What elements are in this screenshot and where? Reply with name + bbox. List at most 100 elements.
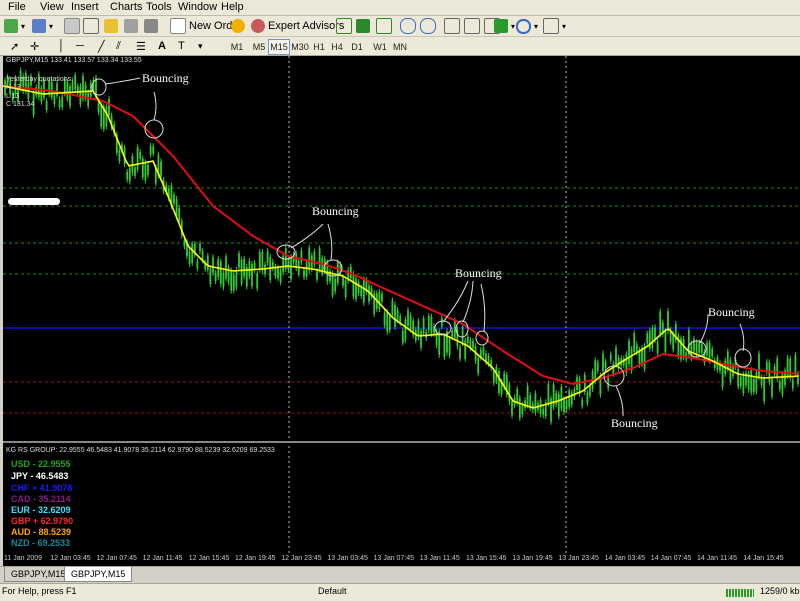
bouncing-annotation: Bouncing — [611, 416, 658, 430]
subwindow-title: KG RS GROUP: 22.9555 46.5483 41.9078 35.… — [6, 447, 275, 454]
market-watch-icon — [64, 18, 80, 34]
alert-button[interactable] — [231, 18, 245, 34]
terminal-button[interactable] — [124, 18, 138, 34]
x-axis-label: 13 Jan 11:45 — [419, 555, 460, 562]
annotation-arrow — [327, 223, 333, 261]
market-watch-button[interactable] — [64, 18, 80, 34]
candlestick-icon — [356, 19, 370, 33]
candle-body — [565, 400, 568, 410]
candle-body — [74, 75, 77, 90]
x-axis-label: 12 Jan 11:45 — [142, 555, 183, 562]
x-axis-label: 14 Jan 03:45 — [604, 555, 646, 562]
candle-body — [552, 384, 555, 408]
candle-body — [453, 320, 456, 338]
tester-button[interactable] — [144, 18, 158, 34]
periods-button[interactable]: ▾ — [516, 18, 538, 34]
bouncing-annotation: Bouncing — [312, 204, 359, 218]
timeframe-h1[interactable]: H1 — [310, 39, 328, 55]
candle-body — [173, 194, 175, 204]
timeframe-w1[interactable]: W1 — [370, 39, 390, 55]
candle-body — [778, 381, 781, 390]
new-chart-button[interactable]: ▾ — [4, 18, 25, 34]
candle-body — [656, 341, 659, 354]
candle-body — [175, 198, 178, 217]
timeframe-mn[interactable]: MN — [390, 39, 410, 55]
candle-body — [726, 351, 729, 369]
candle-body — [266, 251, 269, 263]
candle-body — [318, 248, 321, 270]
menu-help[interactable]: Help — [221, 1, 244, 13]
status-help-text: For Help, press F1 — [2, 586, 77, 596]
timeframe-m5[interactable]: M5 — [248, 39, 270, 55]
candle-body — [482, 347, 485, 355]
navigator-button[interactable] — [104, 18, 118, 34]
data-window-button[interactable] — [83, 18, 99, 34]
arrows-icon: ▾ — [198, 40, 203, 51]
chart-window[interactable]: Bouncing Bouncing Bouncing Bouncing Bouncing… — [3, 56, 800, 566]
line-chart-button[interactable] — [376, 18, 392, 34]
indicators-button[interactable]: ▾ — [494, 18, 515, 34]
vertical-line-button[interactable]: │ — [58, 38, 65, 54]
zoom-out-button[interactable] — [420, 18, 436, 34]
candle-body — [225, 256, 227, 279]
menu-bar: File View Insert Charts Tools Window Hel… — [0, 0, 800, 16]
terminal-icon — [124, 19, 138, 33]
candle-body — [61, 96, 64, 108]
candle-body — [448, 338, 451, 356]
timeframe-m15[interactable]: M15 — [268, 39, 290, 55]
candle-body — [791, 379, 794, 389]
candle-body — [776, 358, 779, 379]
candle-body — [773, 366, 776, 375]
horizontal-line-button[interactable]: ─ — [76, 38, 84, 54]
candle-body — [222, 273, 225, 288]
expert-advisors-button[interactable]: Expert Advisors — [251, 18, 344, 34]
timeframe-m1[interactable]: M1 — [226, 39, 248, 55]
menu-insert[interactable]: Insert — [71, 1, 99, 13]
chart-shift-button[interactable] — [464, 18, 480, 34]
candle-body — [560, 386, 563, 409]
label-button[interactable]: T — [178, 38, 185, 54]
tester-icon — [144, 19, 158, 33]
candle-body — [498, 371, 500, 394]
fibonacci-button[interactable]: ☰ — [136, 38, 146, 54]
channel-button[interactable]: ⫽ — [116, 38, 121, 54]
menu-file[interactable]: File — [8, 1, 26, 13]
candle-body — [238, 253, 240, 268]
menu-tools[interactable]: Tools — [146, 1, 172, 13]
templates-button[interactable]: ▾ — [543, 18, 566, 34]
candle-body — [391, 300, 394, 315]
profiles-button[interactable]: ▾ — [32, 18, 53, 34]
menu-charts[interactable]: Charts — [110, 1, 142, 13]
candle-body — [149, 145, 152, 155]
candle-body — [539, 400, 542, 415]
chart-tab-1[interactable]: GBPJPY,M15 — [4, 567, 73, 582]
tile-windows-button[interactable] — [444, 18, 460, 34]
arrows-button[interactable]: ▾ — [198, 38, 203, 54]
candle-body — [381, 293, 383, 302]
bar-chart-button[interactable] — [336, 18, 352, 34]
candle-body — [89, 82, 92, 97]
currency-eur: EUR - 32.6209 — [11, 505, 71, 515]
candlestick-button[interactable] — [356, 18, 370, 34]
timeframe-m30[interactable]: M30 — [289, 39, 311, 55]
zoom-in-button[interactable] — [400, 18, 416, 34]
text-button[interactable]: A — [158, 38, 166, 54]
menu-window[interactable]: Window — [178, 1, 217, 13]
timeframe-d1[interactable]: D1 — [348, 39, 366, 55]
menu-view[interactable]: View — [40, 1, 64, 13]
crosshair-icon: ✛ — [30, 40, 40, 53]
candle-body — [344, 280, 347, 298]
candle-body — [355, 278, 357, 299]
candle-body — [573, 389, 576, 398]
crosshair-button[interactable]: ✛ — [30, 38, 39, 54]
chart-tab-2[interactable]: GBPJPY,M15 — [64, 567, 133, 582]
candle-body — [742, 374, 745, 394]
chart-shift-icon — [464, 18, 480, 34]
candle-body — [443, 335, 446, 358]
timeframe-h4[interactable]: H4 — [328, 39, 346, 55]
price-marker — [8, 198, 60, 205]
trendline-button[interactable]: ╱ — [98, 38, 105, 54]
candle-body — [206, 255, 209, 270]
candle-body — [66, 81, 69, 99]
cursor-button[interactable]: ➚ — [10, 38, 19, 54]
